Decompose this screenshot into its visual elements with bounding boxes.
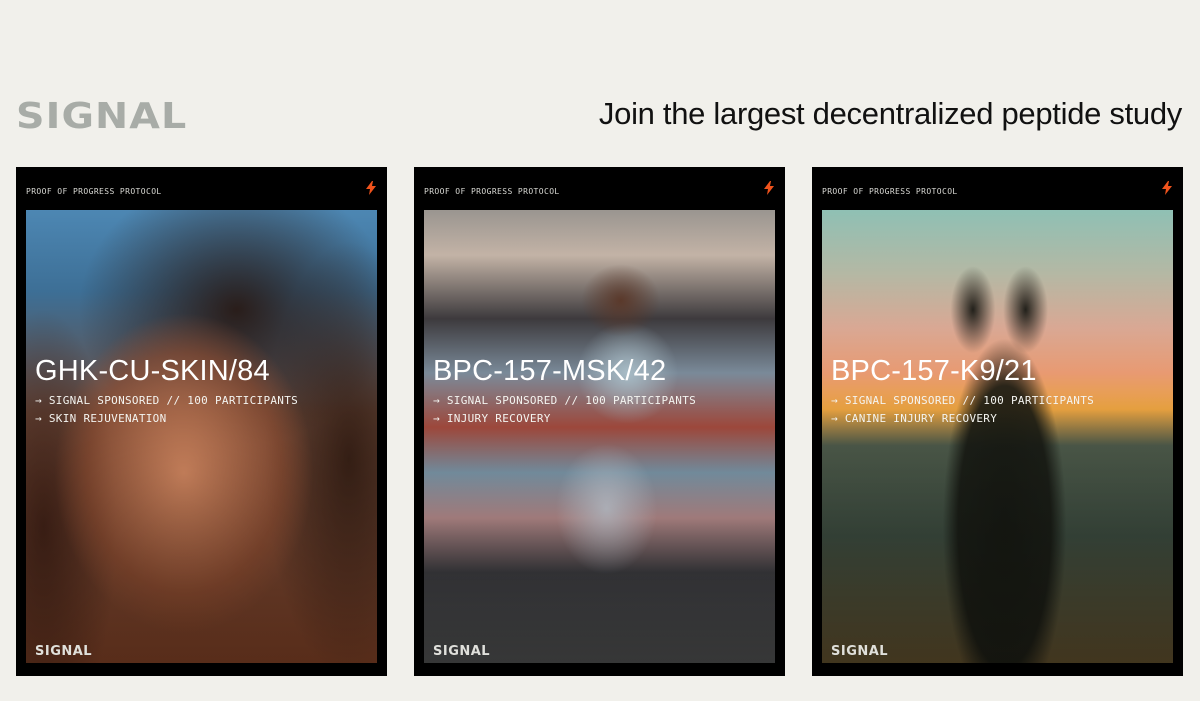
study-sponsor-line: → SIGNAL SPONSORED // 100 PARTICIPANTS <box>433 394 697 407</box>
card-photo-runner <box>424 210 775 663</box>
study-card-msk[interactable]: PROOF OF PROGRESS PROTOCOL BPC-157-MSK/4… <box>414 167 785 676</box>
card-protocol-label: PROOF OF PROGRESS PROTOCOL <box>26 187 162 196</box>
page-headline: Join the largest decentralized peptide s… <box>598 96 1182 131</box>
card-protocol-label: PROOF OF PROGRESS PROTOCOL <box>424 187 560 196</box>
study-code: BPC-157-K9/21 <box>831 355 1037 387</box>
study-sponsor-line: → SIGNAL SPONSORED // 100 PARTICIPANTS <box>35 394 299 407</box>
signal-logo[interactable]: SIGNAL <box>16 99 203 135</box>
study-card-k9[interactable]: PROOF OF PROGRESS PROTOCOL BPC-157-K9/21… <box>812 167 1183 676</box>
study-focus-line: → INJURY RECOVERY <box>433 412 551 425</box>
study-sponsor-line: → SIGNAL SPONSORED // 100 PARTICIPANTS <box>831 394 1095 407</box>
study-focus-line: → CANINE INJURY RECOVERY <box>831 412 998 425</box>
card-footer-logo: SIGNAL <box>35 644 93 659</box>
study-code: GHK-CU-SKIN/84 <box>35 355 270 387</box>
card-protocol-label: PROOF OF PROGRESS PROTOCOL <box>822 187 958 196</box>
study-card-skin[interactable]: PROOF OF PROGRESS PROTOCOL GHK-CU-SKIN/8… <box>16 167 387 676</box>
study-focus-line: → SKIN REJUVENATION <box>35 412 167 425</box>
card-footer-logo: SIGNAL <box>831 644 889 659</box>
study-code: BPC-157-MSK/42 <box>433 355 667 387</box>
bolt-icon <box>764 181 774 195</box>
bolt-icon <box>1162 181 1172 195</box>
card-photo-portrait <box>26 210 377 663</box>
bolt-icon <box>366 181 376 195</box>
card-footer-logo: SIGNAL <box>433 644 491 659</box>
card-photo-dog <box>822 210 1173 663</box>
